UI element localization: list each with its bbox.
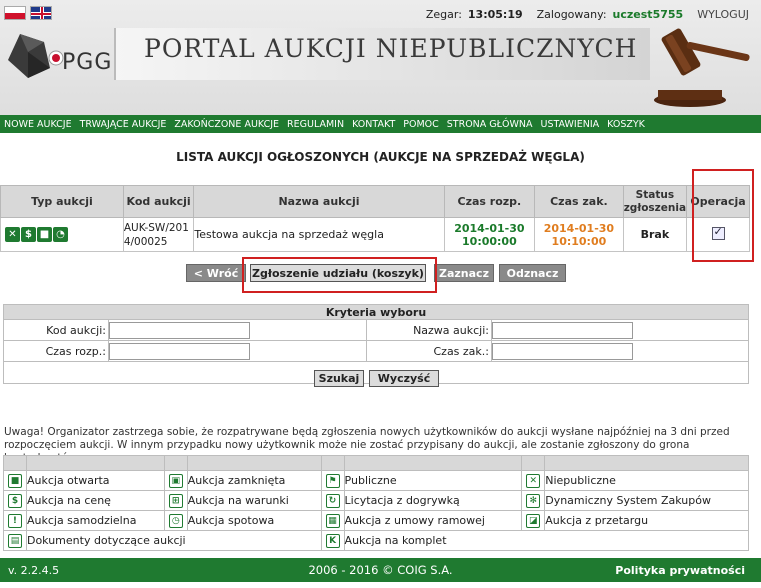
nav-settings[interactable]: USTAWIENIA bbox=[540, 119, 599, 130]
col-header-code: Kod aukcji bbox=[122, 185, 195, 218]
nav-ongoing-auctions[interactable]: TRWAJĄCE AUKCJE bbox=[80, 119, 167, 130]
standalone-icon: ! bbox=[7, 514, 22, 529]
status-value: Brak bbox=[622, 217, 688, 252]
end-label: Czas zak.: bbox=[366, 340, 492, 362]
page-title: LISTA AUKCJI OGŁOSZONYCH (AUKCJE NA SPRZ… bbox=[176, 150, 585, 164]
lock-icon: ▣ bbox=[168, 474, 183, 489]
legend-open: Aukcja otwarta bbox=[25, 470, 165, 491]
nav-regulations[interactable]: REGULAMIN bbox=[287, 119, 344, 130]
legend-spot: Aukcja spotowa bbox=[186, 510, 322, 531]
nav-finished-auctions[interactable]: ZAKOŃCZONE AUKCJE bbox=[174, 119, 279, 130]
privacy-link[interactable]: Polityka prywatności bbox=[615, 564, 745, 577]
set-icon: K bbox=[325, 534, 340, 549]
open-auction-icon: ✕ bbox=[5, 227, 20, 243]
clock-label: Zegar: bbox=[425, 8, 462, 21]
name-label: Nazwa aukcji: bbox=[366, 319, 492, 341]
criteria-title: Kryteria wyboru bbox=[3, 304, 749, 320]
portal-title: PORTAL AUKCJI NIEPUBLICZNYCH bbox=[144, 34, 638, 63]
legend-closed: Aukcja zamknięta bbox=[186, 470, 322, 491]
back-button[interactable]: < Wróć bbox=[186, 264, 246, 282]
highlight-submit bbox=[242, 257, 437, 293]
legend-conditions: Aukcja na warunki bbox=[186, 490, 322, 511]
logout-link[interactable]: WYLOGUJ bbox=[697, 8, 749, 21]
gavel-icon bbox=[654, 28, 750, 107]
main-nav: NOWE AUKCJE TRWAJĄCE AUKCJE ZAKOŃCZONE A… bbox=[0, 115, 761, 133]
dollar-icon: $ bbox=[7, 494, 22, 509]
overtime-icon: ↻ bbox=[325, 494, 340, 509]
legend-standalone: Aukcja samodzielna bbox=[25, 510, 165, 531]
deselect-all-button[interactable]: Odznacz bbox=[499, 264, 566, 282]
clock-icon: ◷ bbox=[168, 514, 183, 529]
table-header-row: Typ aukcji Kod aukcji Nazwa aukcji Czas … bbox=[0, 185, 750, 218]
legend-set: Aukcja na komplet bbox=[343, 530, 750, 551]
price-auction-icon: $ bbox=[21, 227, 36, 243]
username: uczest5755 bbox=[612, 8, 684, 21]
legend-table: ■ Aukcja otwarta ▣ Aukcja zamknięta ⚑ Pu… bbox=[3, 455, 750, 551]
code-input[interactable] bbox=[109, 321, 250, 339]
legend-non-public: Niepubliczne bbox=[544, 470, 749, 491]
open-auction-icon: ■ bbox=[7, 474, 22, 489]
tender-icon: ◪ bbox=[526, 514, 541, 529]
english-flag-icon[interactable] bbox=[30, 6, 52, 20]
end-date: 2014-01-30 bbox=[543, 221, 615, 235]
grid-icon: ▦ bbox=[325, 514, 340, 529]
end-input[interactable] bbox=[492, 342, 633, 360]
start-date: 2014-01-30 bbox=[454, 221, 525, 235]
nav-new-auctions[interactable]: NOWE AUKCJE bbox=[4, 119, 72, 130]
nav-home[interactable]: STRONA GŁÓWNA bbox=[447, 119, 533, 130]
end-time: 10:10:00 bbox=[551, 234, 607, 248]
legend-dps: Dynamiczny System Zakupów bbox=[544, 490, 749, 511]
nav-contact[interactable]: KONTAKT bbox=[352, 119, 395, 130]
nav-help[interactable]: POMOC bbox=[403, 119, 439, 130]
document-icon: ▤ bbox=[7, 534, 22, 549]
legend-framework: Aukcja z umowy ramowej bbox=[343, 510, 523, 531]
col-header-status: Status zgłoszenia bbox=[622, 185, 688, 218]
start-input[interactable] bbox=[109, 342, 250, 360]
nav-cart[interactable]: KOSZYK bbox=[607, 119, 645, 130]
legend-public: Publiczne bbox=[343, 470, 523, 491]
auction-name[interactable]: Testowa aukcja na sprzedaż węgla bbox=[193, 217, 445, 252]
col-header-name: Nazwa aukcji bbox=[193, 185, 445, 218]
cart-icon: ⊞ bbox=[168, 494, 183, 509]
auction-table: Typ aukcji Kod aukcji Nazwa aukcji Czas … bbox=[0, 185, 750, 252]
clock-icon: ◔ bbox=[53, 227, 68, 243]
polish-flag-icon[interactable] bbox=[4, 6, 26, 20]
clear-button[interactable]: Wyczyść bbox=[369, 370, 439, 387]
col-header-end: Czas zak. bbox=[534, 185, 624, 218]
end-time-cell: 2014-01-30 10:10:00 bbox=[534, 217, 624, 252]
highlight-operation bbox=[692, 169, 754, 262]
code-label: Kod aukcji: bbox=[3, 319, 109, 341]
flag-icon: ⚑ bbox=[325, 474, 340, 489]
portal-banner: PORTAL AUKCJI NIEPUBLICZNYCH bbox=[114, 28, 650, 80]
start-time-cell: 2014-01-30 10:00:00 bbox=[443, 217, 536, 252]
auction-code: AUK-SW/2014/00025 bbox=[122, 217, 195, 252]
user-bar: Zegar: 13:05:19 Zalogowany: uczest5755 W… bbox=[426, 8, 749, 21]
start-time: 10:00:00 bbox=[462, 234, 517, 248]
legend-documents: Dokumenty dotyczące aukcji bbox=[25, 530, 322, 551]
legend-price: Aukcja na cenę bbox=[25, 490, 165, 511]
col-header-start: Czas rozp. bbox=[443, 185, 536, 218]
page-footer: v. 2.2.4.5 2006 - 2016 © COIG S.A. Polit… bbox=[0, 558, 761, 582]
lock-icon: ■ bbox=[37, 227, 52, 243]
start-label: Czas rozp.: bbox=[3, 340, 109, 362]
name-input[interactable] bbox=[492, 321, 633, 339]
select-all-button[interactable]: Zaznacz bbox=[434, 264, 494, 282]
logged-label: Zalogowany: bbox=[536, 8, 607, 21]
dps-icon: ✻ bbox=[526, 494, 541, 509]
col-header-type: Typ aukcji bbox=[0, 185, 124, 218]
logo-text: PGG bbox=[62, 50, 113, 75]
table-row: ✕ $ ■ ◔ AUK-SW/2014/00025 Testowa aukcja na… bbox=[0, 217, 750, 252]
search-button[interactable]: Szukaj bbox=[314, 370, 364, 387]
auction-type-icons: ✕ $ ■ ◔ bbox=[0, 217, 124, 252]
legend-tender: Aukcja z przetargu bbox=[544, 510, 749, 531]
page-header: Zegar: 13:05:19 Zalogowany: uczest5755 W… bbox=[0, 0, 761, 115]
cross-icon: ✕ bbox=[526, 474, 541, 489]
legend-overtime: Licytacja z dogrywką bbox=[343, 490, 523, 511]
clock-value: 13:05:19 bbox=[467, 8, 523, 21]
